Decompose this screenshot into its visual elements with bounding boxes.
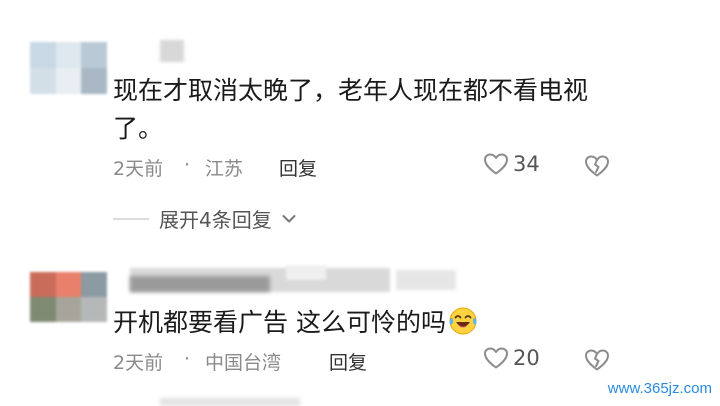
expand-divider	[113, 217, 149, 220]
heart-outline-icon	[483, 346, 509, 370]
meta-separator: ·	[184, 348, 191, 370]
avatar-pixel	[55, 272, 82, 297]
avatar-pixel	[30, 297, 56, 322]
username-blurred-highlight	[286, 266, 326, 280]
comment-time: 2天前	[113, 352, 164, 374]
broken-heart-icon[interactable]	[584, 154, 610, 178]
broken-heart-icon[interactable]	[584, 348, 610, 372]
like-count: 20	[513, 346, 540, 370]
username-blurred-tail	[396, 270, 456, 290]
comment-location: 中国台湾	[205, 352, 282, 374]
avatar-pixel	[81, 68, 107, 94]
username-blurred-dark	[130, 276, 270, 292]
avatar-pixel	[81, 272, 107, 297]
comment-text-continued: 了。	[113, 114, 164, 143]
chevron-down-icon	[282, 214, 296, 224]
avatar-pixel	[81, 297, 107, 322]
reply-button[interactable]: 回复	[329, 348, 367, 375]
like-count: 34	[513, 152, 540, 176]
comment-time: 2天前	[113, 158, 164, 180]
comment-text: 现在才取消太晚了，老年人现在都不看电视	[113, 76, 589, 105]
meta-separator: ·	[184, 154, 191, 176]
laugh-cry-emoji-icon	[448, 306, 478, 347]
username-blurred[interactable]	[160, 40, 184, 62]
heart-outline-icon	[483, 152, 509, 176]
avatar-pixel	[55, 68, 82, 94]
like-button[interactable]: 34	[483, 152, 540, 176]
avatar-pixel	[81, 42, 107, 68]
comment-text-content: 开机都要看广告 这么可怜的吗	[113, 308, 446, 337]
comment-text: 开机都要看广告 这么可怜的吗	[113, 304, 478, 347]
avatar-pixel	[55, 297, 82, 322]
watermark: www.365jz.com	[607, 380, 712, 397]
avatar-pixel	[30, 68, 56, 94]
avatar[interactable]	[30, 272, 107, 322]
reply-button[interactable]: 回复	[279, 154, 317, 181]
comment-location: 江苏	[205, 158, 244, 180]
avatar-pixel	[55, 42, 82, 68]
avatar[interactable]	[30, 42, 107, 94]
avatar-pixel	[30, 272, 56, 297]
like-button[interactable]: 20	[483, 346, 540, 370]
avatar-pixel	[30, 42, 56, 68]
expand-replies-label: 展开4条回复	[159, 208, 272, 232]
expand-replies[interactable]: 展开4条回复	[113, 204, 296, 233]
